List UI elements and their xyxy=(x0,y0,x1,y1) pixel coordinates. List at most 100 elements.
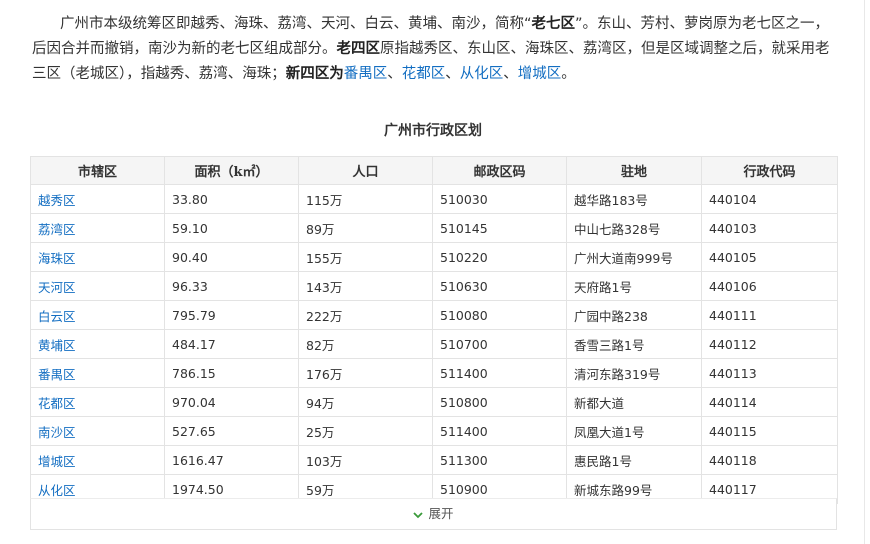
table-cell: 970.04 xyxy=(164,387,299,417)
district-cell: 南沙区 xyxy=(30,416,165,446)
table-cell: 96.33 xyxy=(164,271,299,301)
intro-term-old-four: 老四区 xyxy=(336,41,381,57)
table-cell: 527.65 xyxy=(164,416,299,446)
intro-separator: 、 xyxy=(503,66,518,82)
intro-link-huadu[interactable]: 花都区 xyxy=(402,66,446,82)
table-cell: 440113 xyxy=(701,358,838,388)
intro-link-zengcheng[interactable]: 增城区 xyxy=(518,66,562,82)
district-link[interactable]: 越秀区 xyxy=(38,193,76,208)
header-postcode: 邮政区码 xyxy=(432,156,567,185)
table-body: 越秀区 33.80 115万 510030 越华路183号 440104 荔湾区 59.10 8… xyxy=(30,184,838,504)
table-cell: 25万 xyxy=(298,416,433,446)
table-row: 白云区 795.79 222万 510080 广园中路238 440111 xyxy=(30,300,838,330)
table-cell: 59.10 xyxy=(164,213,299,243)
table-cell: 510030 xyxy=(432,184,567,214)
district-link[interactable]: 天河区 xyxy=(38,280,76,295)
table-cell: 新都大道 xyxy=(566,387,702,417)
table-cell: 786.15 xyxy=(164,358,299,388)
table-cell: 440103 xyxy=(701,213,838,243)
table-cell: 176万 xyxy=(298,358,433,388)
intro-text-1: 广州市本级统筹区即越秀、海珠、荔湾、天河、白云、黄埔、南沙，简称“ xyxy=(60,16,532,32)
district-cell: 越秀区 xyxy=(30,184,165,214)
table-cell: 广园中路238 xyxy=(566,300,702,330)
table-cell: 440118 xyxy=(701,445,838,475)
intro-term-new-four: 新四区 xyxy=(285,66,330,82)
district-cell: 黄埔区 xyxy=(30,329,165,359)
table-row: 越秀区 33.80 115万 510030 越华路183号 440104 xyxy=(30,184,838,214)
table-cell: 广州大道南999号 xyxy=(566,242,702,272)
district-link[interactable]: 南沙区 xyxy=(38,425,76,440)
table-cell: 103万 xyxy=(298,445,433,475)
district-link[interactable]: 番禺区 xyxy=(38,367,76,382)
table-cell: 440114 xyxy=(701,387,838,417)
table-cell: 清河东路319号 xyxy=(566,358,702,388)
table-cell: 惠民路1号 xyxy=(566,445,702,475)
district-link[interactable]: 黄埔区 xyxy=(38,338,76,353)
district-cell: 海珠区 xyxy=(30,242,165,272)
expand-button[interactable]: 展开 xyxy=(30,498,837,530)
table-row: 荔湾区 59.10 89万 510145 中山七路328号 440103 xyxy=(30,213,838,243)
table-cell: 510630 xyxy=(432,271,567,301)
district-cell: 花都区 xyxy=(30,387,165,417)
table-cell: 511400 xyxy=(432,416,567,446)
table-cell: 440105 xyxy=(701,242,838,272)
table-cell: 440106 xyxy=(701,271,838,301)
intro-link-conghua[interactable]: 从化区 xyxy=(460,66,504,82)
district-link[interactable]: 从化区 xyxy=(38,483,76,498)
table-cell: 天府路1号 xyxy=(566,271,702,301)
table-cell: 155万 xyxy=(298,242,433,272)
intro-paragraph: 广州市本级统筹区即越秀、海珠、荔湾、天河、白云、黄埔、南沙，简称“老七区”。东山… xyxy=(32,12,832,87)
table-cell: 511300 xyxy=(432,445,567,475)
district-link[interactable]: 海珠区 xyxy=(38,251,76,266)
table-cell: 440115 xyxy=(701,416,838,446)
district-cell: 增城区 xyxy=(30,445,165,475)
district-cell: 荔湾区 xyxy=(30,213,165,243)
table-header-row: 市辖区 面积（k㎡） 人口 邮政区码 驻地 行政代码 xyxy=(30,156,838,185)
chevron-down-icon xyxy=(413,508,424,521)
table-cell: 中山七路328号 xyxy=(566,213,702,243)
intro-text-4: 为 xyxy=(329,66,344,82)
table-cell: 484.17 xyxy=(164,329,299,359)
table-row: 南沙区 527.65 25万 511400 凤凰大道1号 440115 xyxy=(30,416,838,446)
district-cell: 白云区 xyxy=(30,300,165,330)
table-cell: 510700 xyxy=(432,329,567,359)
intro-term-old-seven: 老七区 xyxy=(531,16,576,32)
table-cell: 511400 xyxy=(432,358,567,388)
table-cell: 33.80 xyxy=(164,184,299,214)
table-row: 增城区 1616.47 103万 511300 惠民路1号 440118 xyxy=(30,445,838,475)
table-caption: 广州市行政区划 xyxy=(384,123,482,139)
table-cell: 795.79 xyxy=(164,300,299,330)
header-seat: 驻地 xyxy=(566,156,702,185)
intro-separator: 、 xyxy=(387,66,402,82)
district-link[interactable]: 荔湾区 xyxy=(38,222,76,237)
table-cell: 440111 xyxy=(701,300,838,330)
table-cell: 凤凰大道1号 xyxy=(566,416,702,446)
table-cell: 89万 xyxy=(298,213,433,243)
district-link[interactable]: 白云区 xyxy=(38,309,76,324)
table-cell: 510080 xyxy=(432,300,567,330)
table-cell: 510220 xyxy=(432,242,567,272)
table-cell: 143万 xyxy=(298,271,433,301)
table-cell: 510800 xyxy=(432,387,567,417)
page-edge-rule xyxy=(864,0,865,544)
intro-link-panyu[interactable]: 番禺区 xyxy=(344,66,388,82)
table-row: 天河区 96.33 143万 510630 天府路1号 440106 xyxy=(30,271,838,301)
table-row: 番禺区 786.15 176万 511400 清河东路319号 440113 xyxy=(30,358,838,388)
table-cell: 越华路183号 xyxy=(566,184,702,214)
intro-separator: 、 xyxy=(445,66,460,82)
header-admin-code: 行政代码 xyxy=(701,156,838,185)
district-cell: 天河区 xyxy=(30,271,165,301)
table-row: 黄埔区 484.17 82万 510700 香雪三路1号 440112 xyxy=(30,329,838,359)
table-cell: 222万 xyxy=(298,300,433,330)
district-link[interactable]: 增城区 xyxy=(38,454,76,469)
table-cell: 115万 xyxy=(298,184,433,214)
district-table: 市辖区 面积（k㎡） 人口 邮政区码 驻地 行政代码 越秀区 33.80 115万 5… xyxy=(30,156,838,504)
table-row: 花都区 970.04 94万 510800 新都大道 440114 xyxy=(30,387,838,417)
table-cell: 90.40 xyxy=(164,242,299,272)
district-link[interactable]: 花都区 xyxy=(38,396,76,411)
header-population: 人口 xyxy=(298,156,433,185)
table-cell: 82万 xyxy=(298,329,433,359)
table-cell: 440104 xyxy=(701,184,838,214)
header-district: 市辖区 xyxy=(30,156,165,185)
table-cell: 440112 xyxy=(701,329,838,359)
